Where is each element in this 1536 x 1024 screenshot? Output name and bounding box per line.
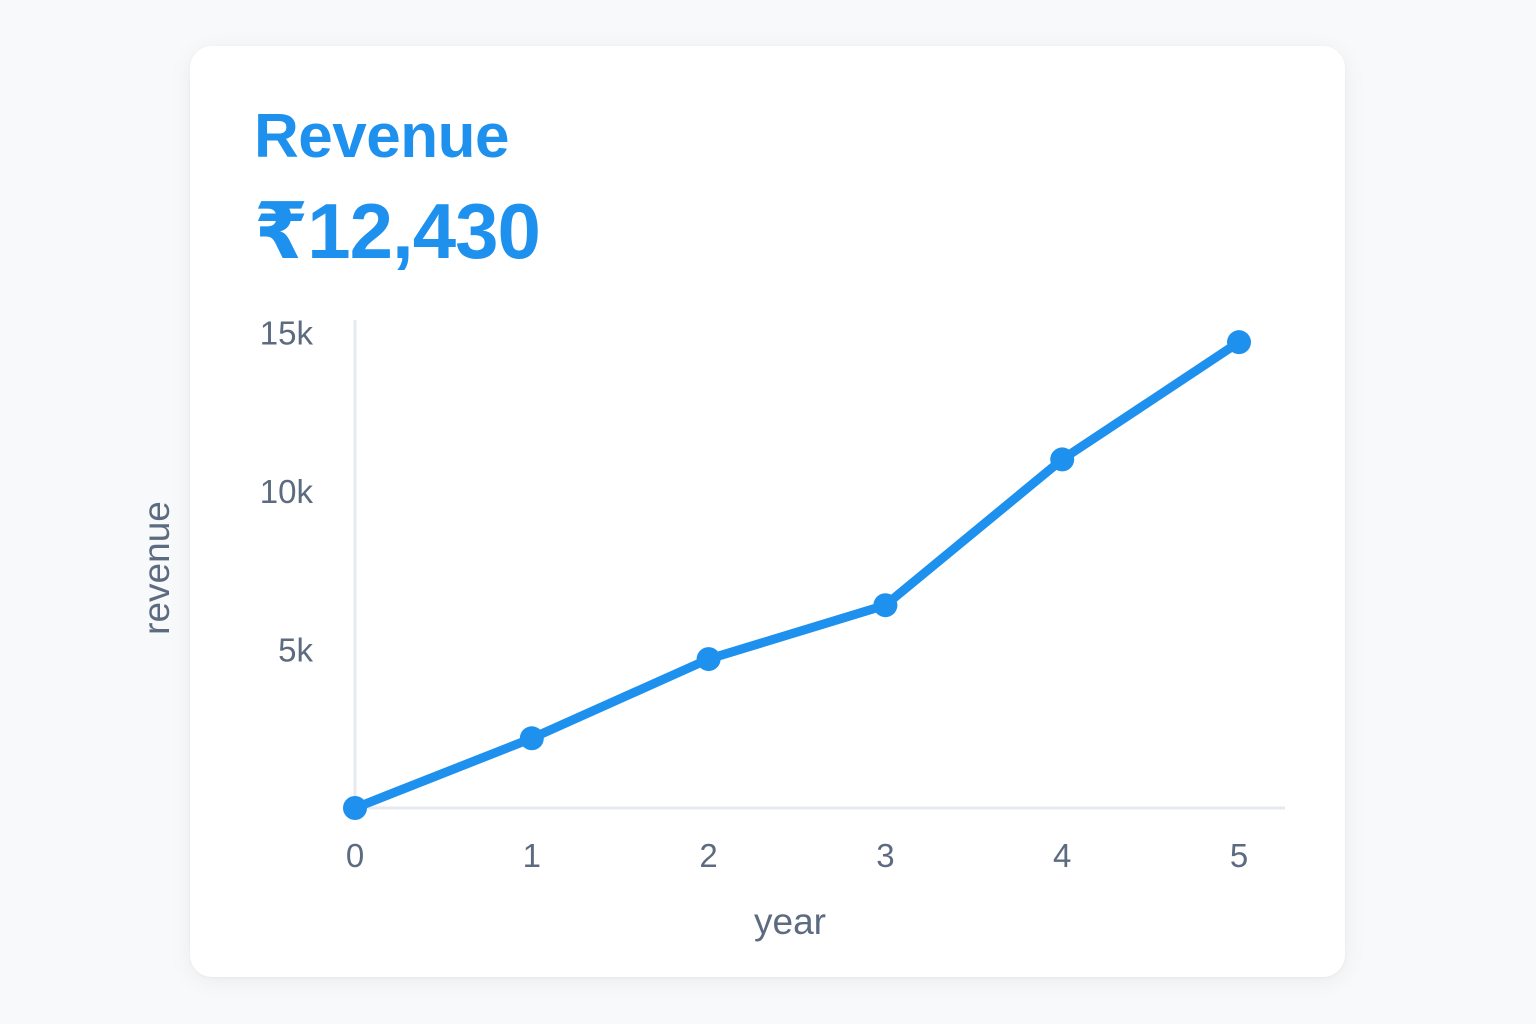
x-tick-label: 5 [1230,837,1248,874]
x-tick-label: 3 [876,837,894,874]
x-tick-label: 1 [523,837,541,874]
y-tick-label: 15k [260,315,314,352]
y-tick-label: 10k [260,473,314,510]
x-tick-label: 4 [1053,837,1071,874]
x-tick-labels: 0 1 2 3 4 5 [346,837,1248,874]
y-tick-label: 5k [278,632,313,669]
revenue-line-chart: 5k 10k 15k 0 1 2 3 4 5 year revenue [136,315,1285,942]
x-tick-label: 0 [346,837,364,874]
x-axis-title: year [754,901,826,942]
y-tick-labels: 5k 10k 15k [260,315,314,669]
data-point [1050,447,1075,472]
revenue-series-line [350,337,1244,813]
data-point [519,726,544,751]
y-axis-title: revenue [136,501,177,635]
data-point [873,593,898,618]
data-point [696,647,721,672]
data-points [343,330,1251,820]
data-point [343,796,367,820]
data-point [1227,330,1251,355]
x-tick-label: 2 [699,837,717,874]
